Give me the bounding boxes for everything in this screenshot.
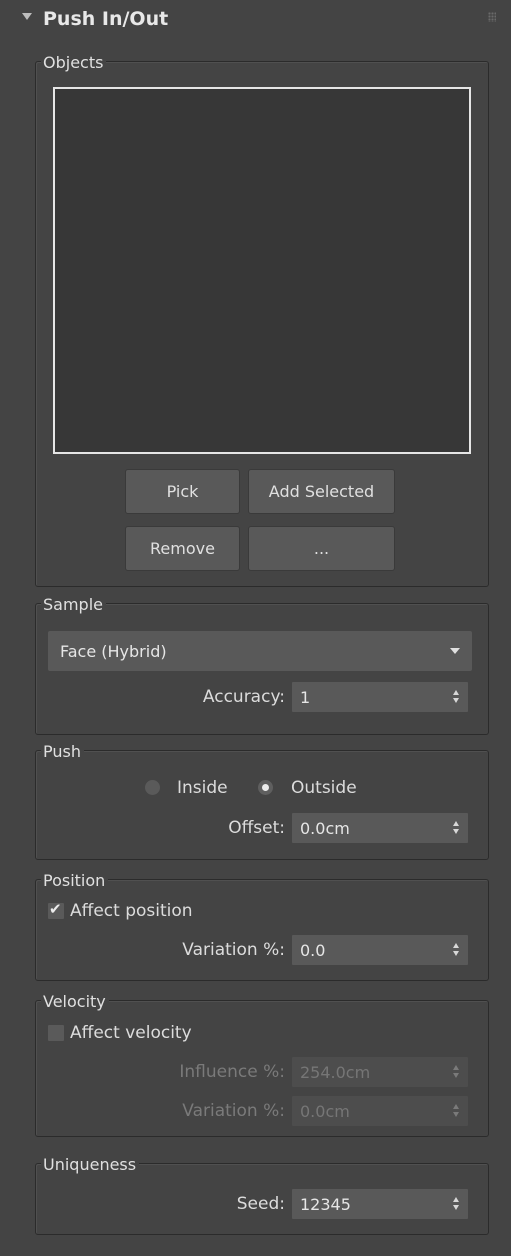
outside-radio-label[interactable]: Outside (291, 776, 357, 800)
position-variation-value: 0.0 (300, 940, 326, 960)
position-variation-spinner[interactable]: 0.0 (292, 935, 468, 965)
offset-value: 0.0cm (300, 818, 350, 838)
checkmark-icon: ✔ (49, 900, 62, 918)
position-group-label: Position (41, 871, 109, 891)
offset-label: Offset: (228, 818, 285, 838)
remove-button[interactable]: Remove (125, 526, 240, 571)
more-options-button[interactable]: ... (248, 526, 395, 571)
accuracy-spinner[interactable]: 1 (292, 682, 468, 712)
outside-radio[interactable] (258, 780, 273, 795)
drag-grip-icon[interactable] (488, 12, 496, 22)
uniqueness-group-label: Uniqueness (41, 1155, 140, 1175)
push-group (35, 750, 489, 860)
seed-value: 12345 (300, 1194, 351, 1214)
influence-spinner[interactable]: 254.0cm (292, 1057, 468, 1087)
seed-spinner[interactable]: 12345 (292, 1189, 468, 1219)
offset-spinner[interactable]: 0.0cm (292, 813, 468, 843)
influence-value: 254.0cm (300, 1062, 371, 1082)
objects-listbox[interactable] (53, 87, 471, 454)
velocity-variation-spinner[interactable]: 0.0cm (292, 1096, 468, 1126)
position-group (35, 879, 489, 981)
velocity-variation-label: Variation %: (182, 1101, 285, 1121)
position-variation-label: Variation %: (182, 940, 285, 960)
collapse-arrow-icon[interactable] (22, 13, 32, 20)
objects-group-label: Objects (41, 53, 107, 73)
inside-radio-label[interactable]: Inside (177, 776, 228, 800)
spinner-arrows-icon[interactable] (453, 1104, 461, 1118)
add-selected-button[interactable]: Add Selected (248, 469, 395, 514)
rollout-title[interactable]: Push In/Out (43, 5, 168, 33)
spinner-arrows-icon[interactable] (453, 821, 461, 835)
affect-position-label[interactable]: Affect position (70, 899, 193, 923)
sample-dropdown-value: Face (Hybrid) (60, 641, 167, 661)
accuracy-value: 1 (300, 687, 311, 707)
spinner-arrows-icon[interactable] (453, 690, 461, 704)
sample-group-label: Sample (41, 595, 106, 615)
accuracy-label: Accuracy: (202, 687, 285, 707)
push-group-label: Push (41, 742, 84, 762)
affect-position-checkbox[interactable]: ✔ (48, 900, 64, 919)
velocity-variation-value: 0.0cm (300, 1101, 350, 1121)
affect-velocity-checkbox[interactable] (48, 1025, 64, 1041)
spinner-arrows-icon[interactable] (453, 1197, 461, 1211)
pick-button[interactable]: Pick (125, 469, 240, 514)
velocity-group-label: Velocity (41, 992, 109, 1012)
affect-velocity-label[interactable]: Affect velocity (70, 1021, 192, 1045)
sample-dropdown[interactable]: Face (Hybrid) (48, 631, 472, 671)
influence-label: Influence %: (179, 1062, 285, 1082)
spinner-arrows-icon[interactable] (453, 1065, 461, 1079)
spinner-arrows-icon[interactable] (453, 943, 461, 957)
seed-label: Seed: (236, 1194, 285, 1214)
dropdown-arrow-icon (450, 648, 460, 654)
inside-radio[interactable] (145, 780, 160, 795)
